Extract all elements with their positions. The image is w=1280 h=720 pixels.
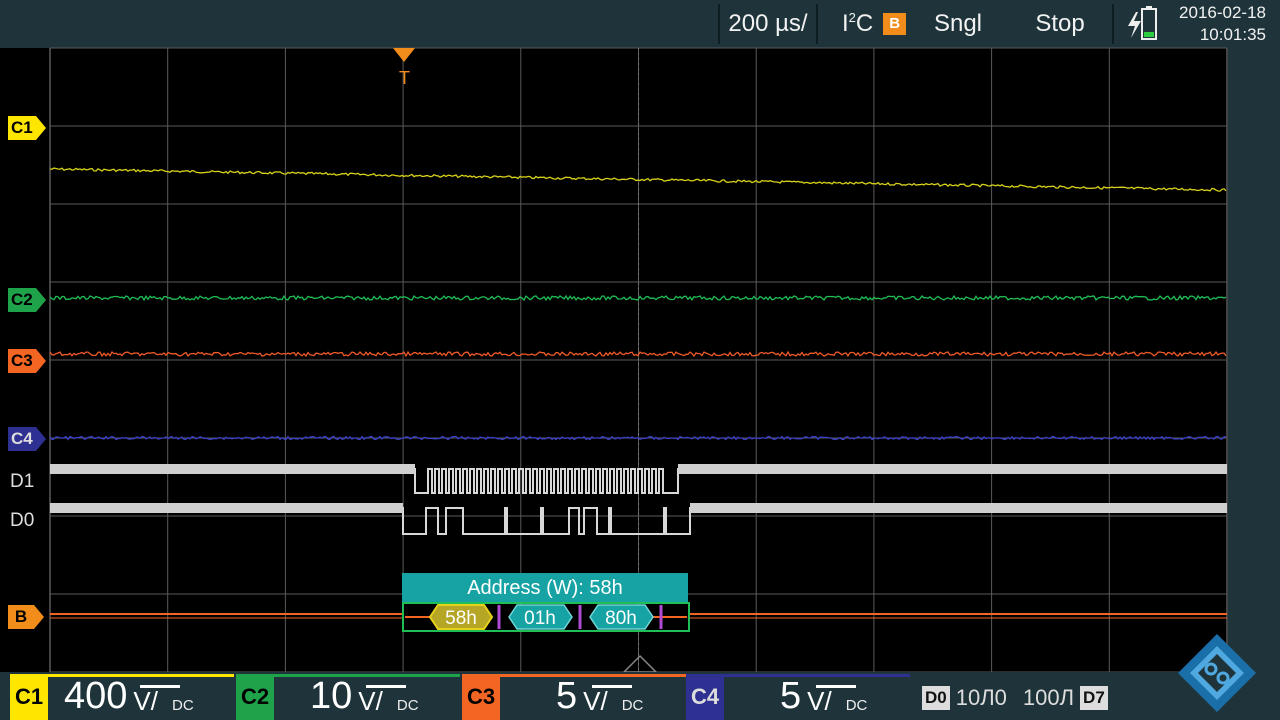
- channel-c2-id: C2: [236, 674, 274, 720]
- channel-c4[interactable]: C4 5 V/ DC: [686, 674, 910, 720]
- horizontal-reference-icon: [622, 654, 658, 673]
- c3-coupling: DC: [621, 697, 644, 714]
- c3-scale: 5: [556, 675, 578, 717]
- c4-scale: 5: [780, 675, 802, 717]
- digital-threshold-1: 10Л0: [955, 685, 1007, 710]
- channel-c2[interactable]: C2 10 V/ DC: [236, 674, 460, 720]
- channel-c1[interactable]: C1 400 V/ DC: [10, 674, 234, 720]
- decode-header-text: Address (W): 58h: [467, 576, 623, 599]
- c2-marker[interactable]: C2: [8, 288, 46, 312]
- c4-marker[interactable]: C4: [8, 427, 46, 451]
- d1-high-bar: [678, 464, 1227, 474]
- c1-marker[interactable]: C1: [8, 116, 46, 140]
- probe-icon: [140, 685, 180, 694]
- channel-c4-id: C4: [686, 674, 724, 720]
- probe-icon: [592, 685, 632, 694]
- d0-high-bar: [690, 503, 1227, 513]
- probe-icon: [366, 685, 406, 694]
- bus-marker[interactable]: B: [8, 605, 44, 629]
- c3-marker[interactable]: C3: [8, 349, 46, 373]
- trigger-position-icon: [393, 48, 415, 62]
- channel-c1-id: C1: [10, 674, 48, 720]
- c1-coupling: DC: [171, 697, 194, 714]
- digital-start: D0: [922, 686, 950, 710]
- d0-high-bar: [50, 503, 403, 513]
- trigger-marker[interactable]: T: [393, 48, 415, 88]
- c1-scale: 400: [64, 675, 128, 717]
- channel-c3-id: C3: [462, 674, 500, 720]
- d1-label[interactable]: D1: [10, 471, 34, 493]
- c2-coupling: DC: [396, 697, 419, 714]
- rs-logo-icon[interactable]: [1176, 632, 1258, 714]
- d0-label[interactable]: D0: [10, 510, 34, 532]
- c2-scale: 10: [310, 675, 353, 717]
- decode-header[interactable]: Address (W): 58h: [402, 573, 688, 603]
- c4-coupling: DC: [845, 697, 868, 714]
- digital-threshold-2: 100Л: [1022, 685, 1075, 710]
- channel-c3[interactable]: C3 5 V/ DC: [462, 674, 686, 720]
- probe-icon: [816, 685, 856, 694]
- d1-high-bar: [50, 464, 415, 474]
- trigger-label: T: [399, 68, 410, 88]
- digital-end: D7: [1080, 686, 1108, 710]
- waveform-display[interactable]: T: [0, 0, 1280, 720]
- digital-channels[interactable]: D0 10Л0 100Л D7: [922, 680, 1108, 716]
